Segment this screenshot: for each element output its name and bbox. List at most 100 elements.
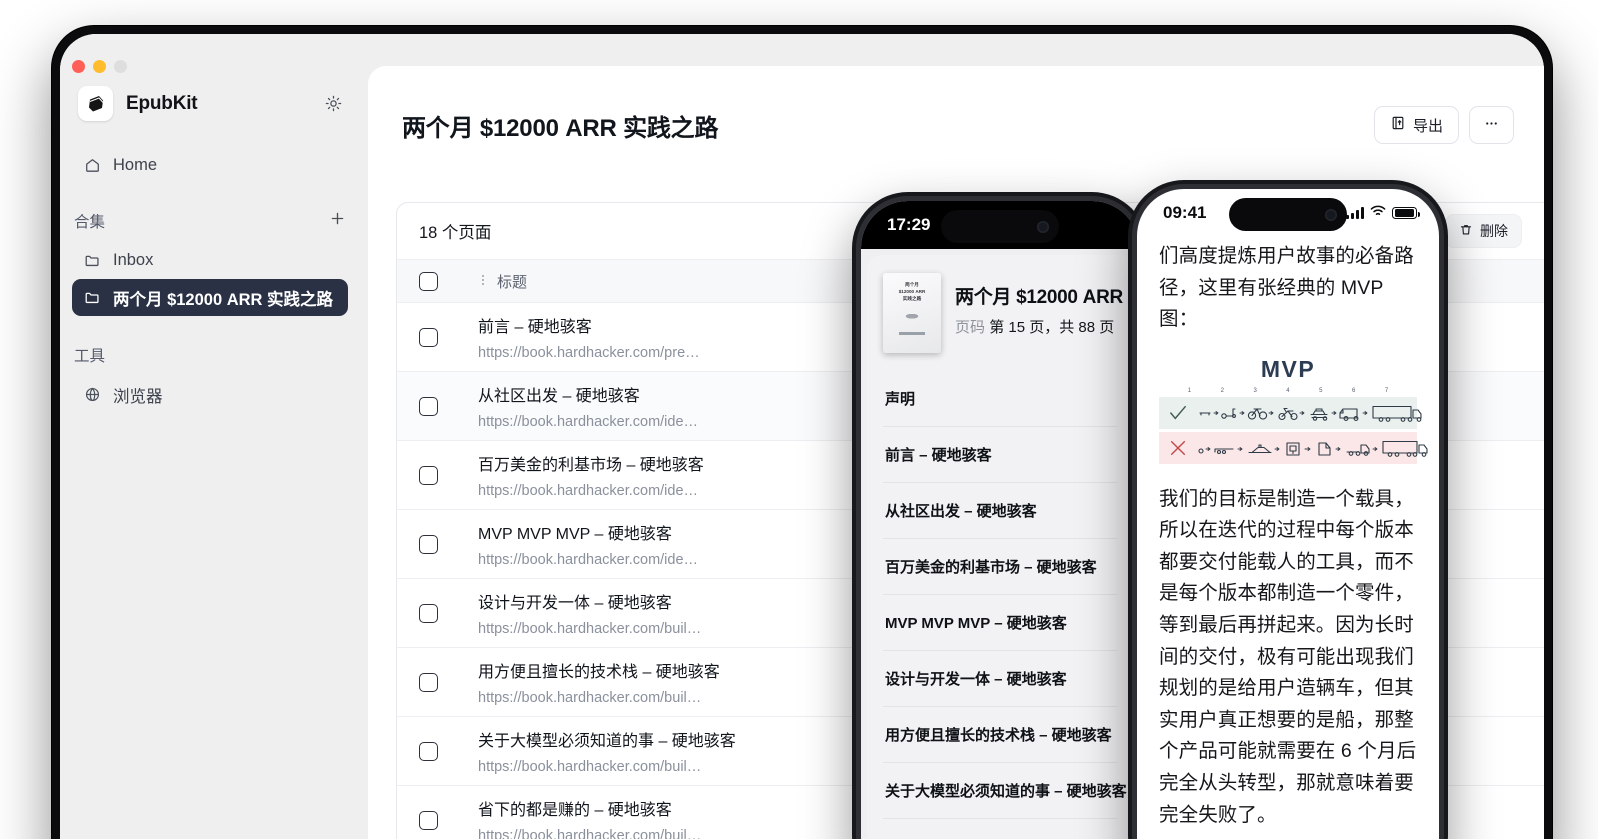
axle-icon — [1214, 448, 1234, 454]
sidebar-group-collections: 合集 — [60, 184, 360, 242]
chapter-item[interactable]: 设计与开发一体 – 硬地骇客 — [883, 651, 1117, 707]
cover-illustration — [901, 311, 923, 319]
mvp-step-numbers: 1 2 3 4 5 6 7 — [1159, 388, 1417, 394]
mvp-good-row — [1159, 396, 1422, 429]
export-button-label: 导出 — [1412, 117, 1443, 135]
chapter-item[interactable]: 声明 — [883, 371, 1117, 427]
row-url: https://book.hardhacker.com/buil… — [478, 621, 702, 637]
row-url: https://book.hardhacker.com/buil… — [478, 759, 702, 775]
mvp-good-icons — [1195, 401, 1430, 425]
chapter-item[interactable]: 从社区出发 – 硬地骇客 — [883, 483, 1117, 539]
row-checkbox[interactable] — [419, 810, 438, 830]
phone-left-device: 17:29 两个月$12000 ARR实践之路 两个月 $12000 ARR 实… — [852, 192, 1148, 839]
skateboard-icon — [1199, 412, 1211, 416]
sidebar-item-collection-active[interactable]: 两个月 $12000 ARR 实践之路 — [72, 279, 348, 316]
mvp-step-number: 5 — [1319, 387, 1323, 394]
row-checkbox[interactable] — [419, 534, 438, 554]
truck-icon — [1372, 405, 1422, 422]
book-summary: 两个月$12000 ARR实践之路 两个月 $12000 ARR 实践之路 页码… — [883, 273, 1139, 353]
select-all-checkbox[interactable] — [419, 271, 438, 291]
status-time: 09:41 — [1163, 203, 1207, 222]
phone-right-device: 09:41 们高度提炼用户故事的必备路径，这里有张经典的 MVP 图： MVP … — [1128, 180, 1448, 839]
row-content: 省下的都是赚的 – 硬地骇客 https://book.hardhacker.c… — [478, 796, 701, 839]
cross-icon — [1165, 439, 1191, 457]
row-content: 用方便且擅长的技术栈 – 硬地骇客 https://book.hardhacke… — [478, 658, 720, 706]
export-button[interactable]: 导出 — [1373, 106, 1459, 144]
row-url: https://book.hardhacker.com/buil… — [478, 828, 702, 839]
more-options-button[interactable] — [1469, 106, 1514, 144]
row-title: 省下的都是赚的 – 硬地骇客 — [478, 802, 672, 819]
row-content: 关于大模型必须知道的事 – 硬地骇客 https://book.hardhack… — [478, 727, 736, 775]
sidebar-item-home[interactable]: Home — [72, 147, 348, 184]
sun-icon[interactable] — [325, 95, 342, 112]
chapter-item[interactable]: 省下的都是赚的 – 硬地骇客 — [883, 819, 1117, 839]
sidebar-item-browser[interactable]: 浏览器 — [72, 376, 348, 413]
phone-left-screen: 17:29 两个月$12000 ARR实践之路 两个月 $12000 ARR 实… — [861, 201, 1139, 839]
chassis-icon — [1248, 444, 1272, 453]
mvp-step-number: 3 — [1253, 387, 1257, 394]
book-cover-thumbnail: 两个月 $12000 ARR 实践之路 — [883, 273, 941, 353]
cellular-bars-icon — [1346, 207, 1364, 219]
folder-icon — [84, 252, 102, 269]
mvp-step-number: 6 — [1351, 387, 1356, 394]
row-checkbox[interactable] — [419, 465, 438, 485]
mvp-bad-icons — [1195, 436, 1430, 460]
row-url: https://book.hardhacker.com/buil… — [478, 690, 702, 706]
row-checkbox[interactable] — [419, 741, 438, 761]
book-title: 两个月 $12000 ARR 实践之路 — [955, 287, 1139, 308]
mvp-step-number: 7 — [1384, 387, 1389, 394]
row-content: MVP MVP MVP – 硬地骇客 https://book.hardhack… — [478, 520, 698, 568]
chapter-item[interactable]: MVP MVP MVP – 硬地骇客 — [883, 595, 1117, 651]
sidebar: EpubKit Home 合集 Inbox 两个月 $12000 ARR 实践之… — [60, 34, 360, 839]
row-title: 百万美金的利基市场 – 硬地骇客 — [478, 457, 704, 474]
phone-left-body: 两个月$12000 ARR实践之路 两个月 $12000 ARR 实践之路 页码… — [861, 249, 1139, 839]
row-title: MVP MVP MVP – 硬地骇客 — [478, 526, 672, 543]
page-label: 页码 — [955, 319, 986, 336]
sidebar-nav: Home — [60, 121, 360, 184]
wheel-icon — [1198, 448, 1204, 454]
row-checkbox[interactable] — [419, 672, 438, 692]
row-checkbox[interactable] — [419, 327, 438, 347]
drag-handle-icon — [478, 273, 488, 290]
phone-left-status-bar: 17:29 — [861, 201, 1139, 249]
row-title: 设计与开发一体 – 硬地骇客 — [478, 595, 672, 612]
row-checkbox[interactable] — [419, 603, 438, 623]
mvp-step-number: 4 — [1286, 387, 1290, 394]
close-button[interactable] — [72, 60, 85, 73]
status-indicators — [1346, 204, 1420, 222]
status-time: 17:29 — [887, 215, 931, 234]
phone-right-screen: 09:41 们高度提炼用户故事的必备路径，这里有张经典的 MVP 图： MVP … — [1137, 189, 1439, 839]
tractor-icon — [1346, 444, 1370, 456]
delete-button[interactable]: 删除 — [1445, 214, 1522, 248]
mvp-figure-title: MVP — [1260, 355, 1316, 382]
truck-icon — [1382, 440, 1428, 457]
row-content: 百万美金的利基市场 – 硬地骇客 https://book.hardhacker… — [478, 451, 704, 499]
chapter-item[interactable]: 用方便且擅长的技术栈 – 硬地骇客 — [883, 707, 1117, 763]
camera-icon — [1037, 220, 1049, 233]
trash-icon — [1459, 223, 1473, 240]
page-value: 第 15 页，共 88 页 — [989, 319, 1115, 336]
sidebar-item-inbox[interactable]: Inbox — [72, 242, 348, 279]
chapter-item[interactable]: 关于大模型必须知道的事 – 硬地骇客 — [883, 763, 1127, 819]
book-sheet: 两个月$12000 ARR实践之路 两个月 $12000 ARR 实践之路 页码… — [867, 255, 1139, 839]
row-url: https://book.hardhacker.com/ide… — [478, 552, 699, 568]
sidebar-item-label: 两个月 $12000 ARR 实践之路 — [113, 290, 334, 309]
battery-icon — [1392, 206, 1420, 220]
chapter-item[interactable]: 前言 – 硬地骇客 — [883, 427, 1117, 483]
delete-label: 删除 — [1480, 223, 1508, 239]
reader-paragraph-1: 我们的目标是制造一个载具，所以在迭代的过程中每个版本都要交付能载人的工具，而不是… — [1159, 487, 1417, 826]
sidebar-collections-list: Inbox 两个月 $12000 ARR 实践之路 — [60, 242, 360, 316]
column-header-title: 标题 — [478, 271, 527, 292]
motorbike-icon — [1278, 407, 1298, 420]
maximize-button[interactable] — [114, 60, 127, 73]
minimize-button[interactable] — [93, 60, 106, 73]
row-content: 从社区出发 – 硬地骇客 https://book.hardhacker.com… — [478, 382, 698, 430]
row-checkbox[interactable] — [419, 396, 438, 416]
row-url: https://book.hardhacker.com/pre… — [478, 345, 700, 361]
chapter-item[interactable]: 百万美金的利基市场 – 硬地骇客 — [883, 539, 1117, 595]
sidebar-item-label: 浏览器 — [113, 387, 163, 406]
cover-title: 两个月 $12000 ARR 实践之路 — [898, 282, 926, 301]
brand-name: EpubKit — [126, 92, 198, 114]
plus-icon[interactable] — [329, 210, 346, 232]
cabin-icon — [1286, 442, 1300, 456]
